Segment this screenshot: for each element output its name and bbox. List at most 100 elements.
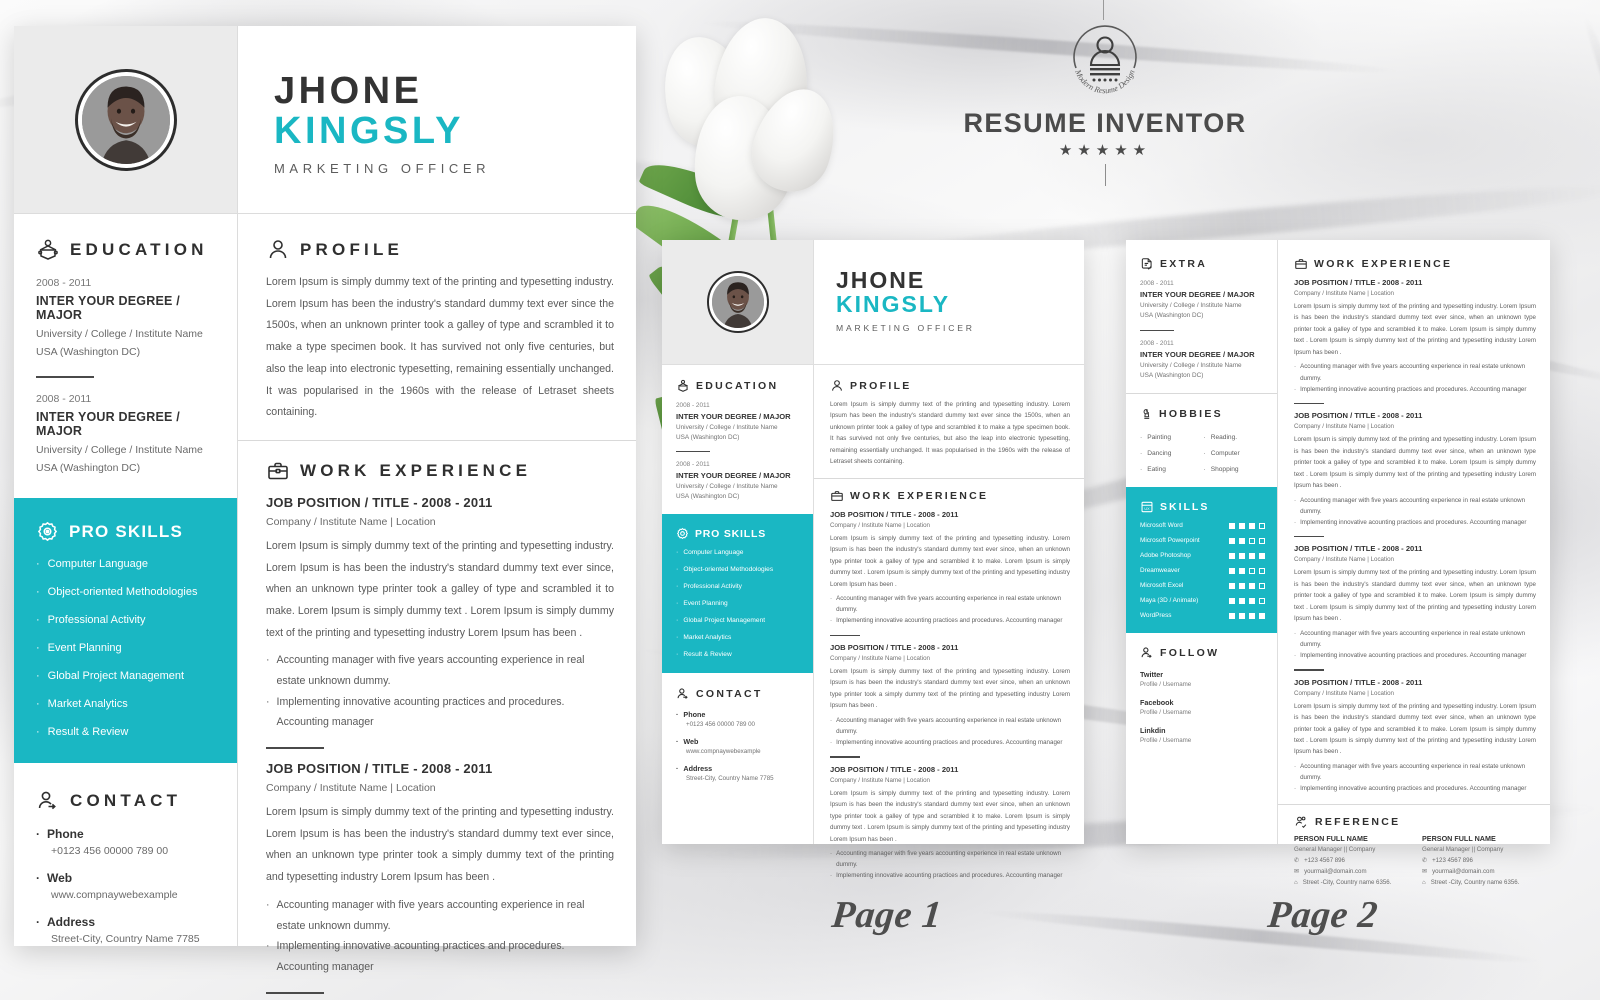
pro-skill-label: Computer Language: [47, 558, 148, 570]
main-content: WORK EXPERIENCE JOB POSITION / TITLE - 2…: [1278, 240, 1550, 886]
skills-list: Microsoft Word Microsoft Powerpoint Adobe …: [1140, 522, 1265, 619]
education-location: USA (Washington DC): [36, 462, 141, 474]
job-meta: Company / Institute Name | Location: [266, 782, 436, 795]
page-1-label: Page 1: [829, 894, 944, 936]
job-entry: JOB POSITION / TITLE - 2008 - 2011 Compa…: [266, 495, 614, 733]
profile-section: PROFILE Lorem Ipsum is simply dummy text…: [266, 214, 614, 424]
reference-section: REFERENCE PERSON FULL NAME General Manag…: [1294, 805, 1536, 886]
job-body: Lorem Ipsum is simply dummy text of the …: [830, 534, 1070, 588]
list-item: · Event Planning: [676, 600, 728, 608]
reference-phone: +123 4567 896: [1432, 857, 1473, 865]
skill-rating: [1229, 567, 1265, 574]
contact-section: CONTACT · Phone +0123 456 00000 789 00 · W…: [14, 763, 237, 945]
contact-value: Street-City, Country Name 7785: [686, 775, 774, 783]
job-bullet: Implementing innovative acounting practi…: [836, 872, 1063, 880]
skills-title: SKILLS: [1160, 501, 1210, 514]
reference-people-icon: [1294, 815, 1309, 829]
pro-skill-label: Global Project Management: [47, 670, 185, 682]
list-item: · Global Project Management: [676, 617, 766, 625]
photo-panel: [14, 26, 238, 214]
pro-skills-title: PRO SKILLS: [695, 527, 767, 540]
skill-rating-box: [1249, 537, 1255, 544]
pro-skills-title: PRO SKILLS: [69, 521, 184, 541]
job-body: Lorem Ipsum is simply dummy text of the …: [830, 668, 1070, 710]
follow-handle: Profile / Username: [1140, 737, 1192, 745]
skill-row: Microsoft Powerpoint: [1140, 537, 1265, 544]
job-body: Lorem Ipsum is simply dummy text of the …: [266, 539, 614, 639]
skill-rating-box: [1229, 582, 1235, 589]
work-experience-title: WORK EXPERIENCE: [300, 460, 532, 480]
hobbies-section: HOBBIES · Painting · Reading. · Dancing · Co…: [1126, 394, 1277, 473]
skill-row: WordPress: [1140, 612, 1265, 619]
education-degree: INTER YOUR DEGREE / MAJOR: [676, 412, 791, 421]
education-entry: 2008 - 2011 INTER YOUR DEGREE / MAJOR Un…: [676, 402, 801, 441]
list-item: · Result & Review: [676, 651, 732, 659]
extra-degree: INTER YOUR DEGREE / MAJOR: [1140, 350, 1255, 360]
education-entry: 2008 - 2011 INTER YOUR DEGREE / MAJOR Un…: [676, 461, 801, 500]
reference-name: PERSON FULL NAME: [1422, 834, 1496, 844]
divider: [1140, 330, 1174, 332]
skill-rating-box: [1249, 597, 1255, 604]
contact-label: Address: [683, 764, 713, 774]
education-degree: INTER YOUR DEGREE / MAJOR: [676, 471, 791, 481]
reference-address: Street -City, Country name 6356.: [1430, 879, 1520, 887]
hobby-label: Computer: [1210, 450, 1240, 458]
list-item: · Eating: [1140, 466, 1166, 474]
list-item: · Reading.: [1203, 434, 1238, 442]
skill-rating-box: [1259, 522, 1265, 529]
work-experience-section: WORK EXPERIENCE JOB POSITION / TITLE - 2…: [1294, 240, 1536, 794]
list-item: · Result & Review: [36, 726, 129, 738]
job-meta: Company / Institute Name | Location: [830, 776, 930, 784]
skill-row: Microsoft Word: [1140, 522, 1265, 529]
extra-title: EXTRA: [1160, 258, 1208, 270]
location-pin-icon: ⌂: [1422, 879, 1426, 887]
job-bullet: Accounting manager with five years accou…: [1300, 496, 1526, 515]
mail-icon: ✉: [1294, 868, 1300, 876]
job-bullet: Accounting manager with five years accou…: [1300, 363, 1526, 382]
skill-rating-box: [1239, 537, 1245, 544]
hobby-label: Dancing: [1147, 450, 1172, 458]
education-degree: INTER YOUR DEGREE / MAJOR: [36, 294, 180, 322]
hobby-label: Eating: [1147, 466, 1166, 474]
job-bullet: Implementing innovative acounting practi…: [1300, 652, 1527, 660]
pro-skill-label: Market Analytics: [683, 634, 732, 642]
follow-item: Twitter Profile / Username: [1140, 670, 1265, 688]
contact-value: www.compnaywebexample: [686, 748, 761, 756]
education-entry: 2008 - 2011 INTER YOUR DEGREE / MAJOR Un…: [36, 277, 217, 358]
main-content: PROFILE Lorem Ipsum is simply dummy text…: [238, 214, 636, 994]
job-role: MARKETING OFFICER: [274, 161, 491, 177]
education-date: 2008 - 2011: [36, 393, 92, 405]
list-item: · Market Analytics: [676, 634, 732, 642]
first-name: JHONE: [836, 267, 926, 293]
list-item: · Event Planning: [36, 642, 122, 654]
gear-icon: [36, 520, 59, 543]
skill-rating-box: [1249, 522, 1255, 529]
contact-title: CONTACT: [696, 688, 763, 701]
education-entry: 2008 - 2011 INTER YOUR DEGREE / MAJOR Un…: [36, 393, 217, 474]
brand-top-rule: [1103, 0, 1104, 20]
list-item: · Computer Language: [676, 549, 744, 557]
reference-person: PERSON FULL NAME General Manager || Comp…: [1294, 834, 1408, 886]
job-meta: Company / Institute Name | Location: [1294, 290, 1394, 297]
job-entry: JOB POSITION / TITLE - 2008 - 2011 Compa…: [1294, 678, 1536, 795]
follow-item: Linkdin Profile / Username: [1140, 726, 1265, 744]
hobby-label: Shopping: [1210, 466, 1239, 474]
mail-icon: ✉: [1422, 868, 1428, 876]
briefcase-icon: [830, 489, 844, 503]
brand-bottom-rule: [1104, 164, 1106, 186]
contact-item: · Phone +0123 456 00000 789 00: [36, 827, 217, 857]
skill-rating: [1229, 612, 1265, 619]
extra-degree: INTER YOUR DEGREE / MAJOR: [1140, 290, 1255, 299]
pro-skill-label: Object-oriented Methodologies: [47, 586, 198, 598]
job-meta: Company / Institute Name | Location: [1294, 423, 1394, 431]
briefcase-icon: [1294, 257, 1308, 271]
divider: [676, 451, 710, 453]
contact-label: Web: [683, 737, 699, 747]
job-meta: Company / Institute Name | Location: [830, 655, 930, 663]
pro-skill-label: Professional Activity: [47, 614, 146, 626]
education-institute: University / College / Institute Name: [676, 483, 778, 491]
chess-piece-icon: [1140, 407, 1153, 421]
pro-skills-section: PRO SKILLS · Computer Language · Object-or…: [14, 498, 237, 763]
contact-value: Street-City, Country Name 7785: [51, 933, 200, 945]
follow-network: Linkdin: [1140, 726, 1166, 736]
